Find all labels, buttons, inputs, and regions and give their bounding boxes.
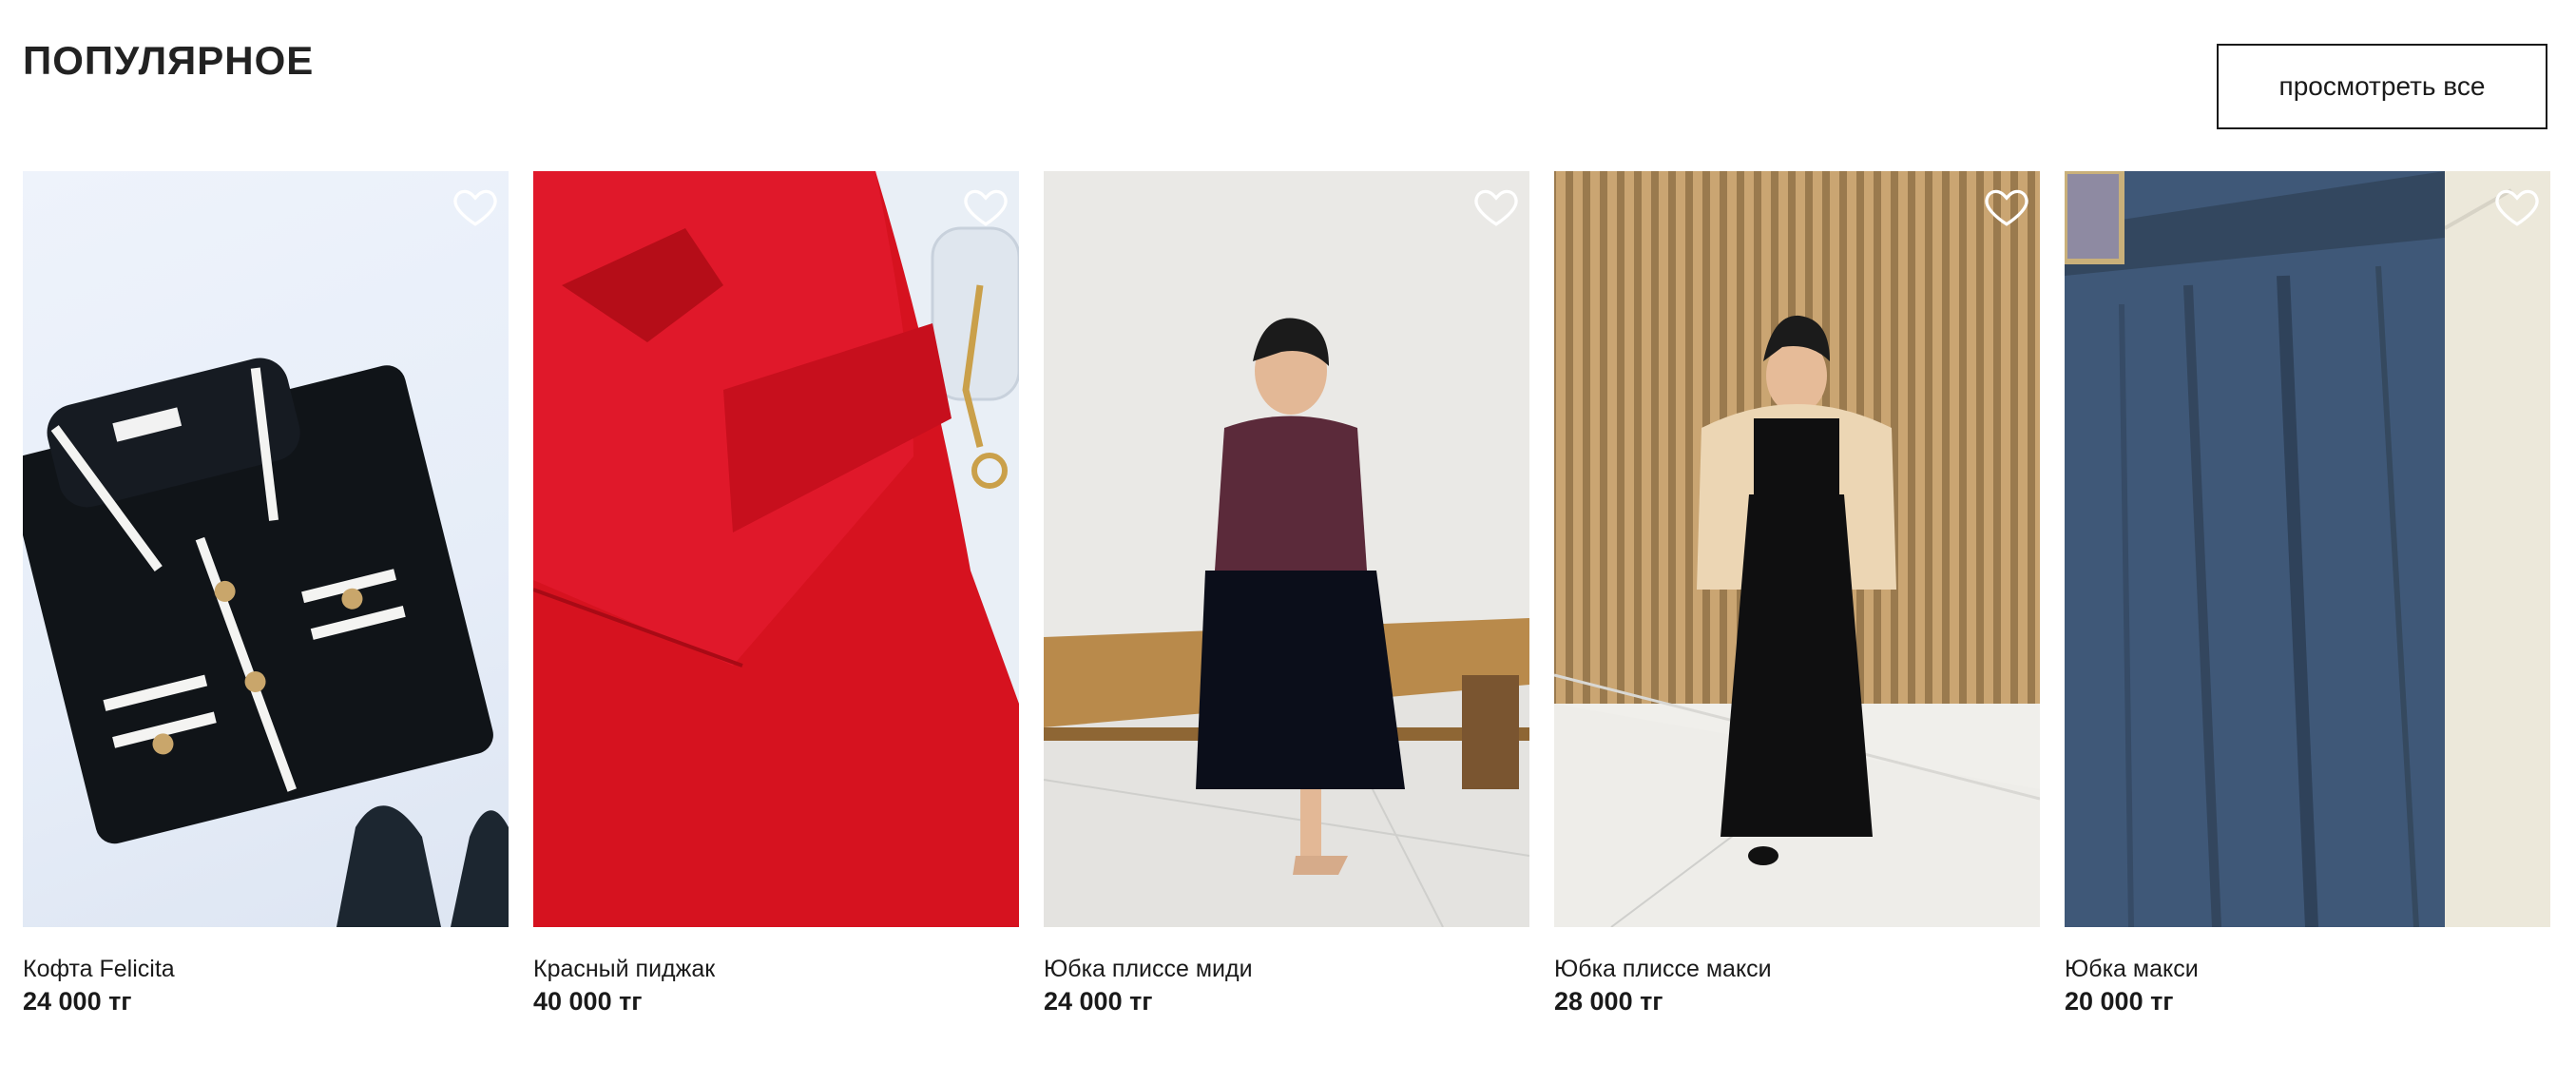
product-price: 28 000 тг [1554, 987, 1663, 1016]
product-image[interactable] [1554, 171, 2040, 927]
product-name[interactable]: Красный пиджак [533, 956, 1019, 983]
favorite-heart-icon[interactable] [962, 183, 1009, 230]
section-title: ПОПУЛЯРНОЕ [23, 38, 315, 83]
product-image[interactable] [1044, 171, 1529, 927]
product-price: 24 000 тг [1044, 987, 1153, 1016]
product-card[interactable]: Юбка макси 20 000 тг [2065, 171, 2550, 1016]
product-card[interactable]: Кофта Felicita 24 000 тг [23, 171, 509, 1016]
product-image[interactable] [2065, 171, 2550, 927]
product-name[interactable]: Юбка плиссе миди [1044, 956, 1529, 983]
product-card[interactable]: Красный пиджак 40 000 тг [533, 171, 1019, 1016]
product-price: 40 000 тг [533, 987, 643, 1016]
favorite-heart-icon[interactable] [2493, 183, 2541, 230]
product-name[interactable]: Юбка макси [2065, 956, 2550, 983]
product-image[interactable] [533, 171, 1019, 927]
product-card[interactable]: Юбка плиссе макси 28 000 тг [1554, 171, 2040, 1016]
favorite-heart-icon[interactable] [452, 183, 499, 230]
product-image[interactable] [23, 171, 509, 927]
product-price: 24 000 тг [23, 987, 132, 1016]
product-name[interactable]: Кофта Felicita [23, 956, 509, 983]
favorite-heart-icon[interactable] [1983, 183, 2030, 230]
product-price: 20 000 тг [2065, 987, 2174, 1016]
favorite-heart-icon[interactable] [1472, 183, 1520, 230]
product-card[interactable]: Юбка плиссе миди 24 000 тг [1044, 171, 1529, 1016]
view-all-button[interactable]: просмотреть все [2217, 44, 2547, 129]
product-grid: Кофта Felicita 24 000 тг Красный пиджак … [23, 171, 2550, 1016]
product-name[interactable]: Юбка плиссе макси [1554, 956, 2040, 983]
